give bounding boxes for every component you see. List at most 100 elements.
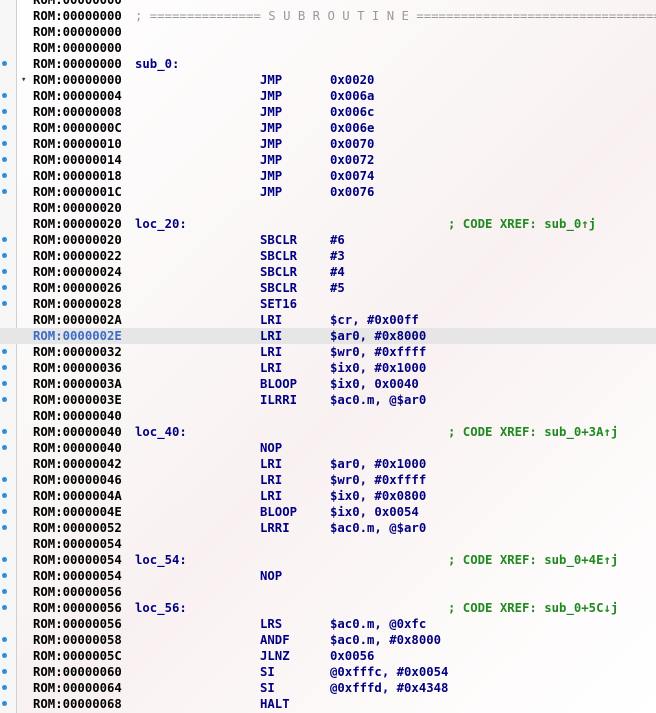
instruction-operands[interactable]: #5: [330, 280, 345, 296]
listing-line[interactable]: ROM:00000036 LRI $ix0, #0x1000: [0, 360, 656, 376]
disassembly-view[interactable]: ROM:00000000 ROM:00000000; ==============…: [0, 0, 656, 713]
listing-line[interactable]: ROM:00000064 SI @0xfffd, #0x4348: [0, 680, 656, 696]
listing-line[interactable]: ROM:0000005C JLNZ 0x0056: [0, 648, 656, 664]
listing-line[interactable]: ROM:00000024 SBCLR #4: [0, 264, 656, 280]
line-address[interactable]: ROM:0000003E: [33, 392, 122, 408]
collapse-arrow-icon[interactable]: ▾: [21, 72, 26, 88]
code-label[interactable]: loc_54:: [135, 552, 187, 568]
instruction-mnemonic[interactable]: ILRRI: [260, 392, 297, 408]
instruction-mnemonic[interactable]: LRI: [260, 488, 282, 504]
listing-line[interactable]: ROM:0000004E BLOOP $ix0, 0x0054: [0, 504, 656, 520]
instruction-mnemonic[interactable]: LRI: [260, 360, 282, 376]
line-address[interactable]: ROM:00000058: [33, 632, 122, 648]
line-address[interactable]: ROM:00000026: [33, 280, 122, 296]
instruction-operands[interactable]: $wr0, #0xffff: [330, 472, 426, 488]
instruction-operands[interactable]: $ix0, 0x0040: [330, 376, 419, 392]
instruction-mnemonic[interactable]: LRI: [260, 456, 282, 472]
instruction-operands[interactable]: $ar0, #0x1000: [330, 456, 426, 472]
disassembly-listing[interactable]: ROM:00000000 ROM:00000000; ==============…: [0, 0, 656, 712]
instruction-operands[interactable]: @0xfffd, #0x4348: [330, 680, 448, 696]
listing-line[interactable]: ROM:00000054: [0, 536, 656, 552]
instruction-mnemonic[interactable]: SET16: [260, 296, 297, 312]
instruction-mnemonic[interactable]: JMP: [260, 168, 282, 184]
instruction-mnemonic[interactable]: LRI: [260, 472, 282, 488]
instruction-operands[interactable]: @0xfffc, #0x0054: [330, 664, 448, 680]
line-address[interactable]: ROM:00000040: [33, 440, 122, 456]
listing-line[interactable]: ROM:0000000C JMP 0x006e: [0, 120, 656, 136]
listing-line[interactable]: ROM:00000054 NOP: [0, 568, 656, 584]
instruction-mnemonic[interactable]: SBCLR: [260, 248, 297, 264]
instruction-operands[interactable]: 0x006a: [330, 88, 374, 104]
listing-line[interactable]: ROM:00000040 NOP: [0, 440, 656, 456]
line-address[interactable]: ROM:0000004A: [33, 488, 122, 504]
listing-line[interactable]: ROM:00000056: [0, 584, 656, 600]
line-address[interactable]: ROM:00000000: [33, 24, 122, 40]
instruction-operands[interactable]: $ix0, 0x0054: [330, 504, 419, 520]
line-address[interactable]: ROM:00000024: [33, 264, 122, 280]
listing-line[interactable]: ROM:00000056 LRS $ac0.m, @0xfc: [0, 616, 656, 632]
instruction-operands[interactable]: 0x006e: [330, 120, 374, 136]
listing-line[interactable]: ROM:00000000: [0, 24, 656, 40]
line-address[interactable]: ROM:00000052: [33, 520, 122, 536]
line-address[interactable]: ROM:00000056: [33, 616, 122, 632]
line-address[interactable]: ROM:00000056: [33, 600, 122, 616]
line-address[interactable]: ROM:00000008: [33, 104, 122, 120]
line-address[interactable]: ROM:00000054: [33, 552, 122, 568]
line-address[interactable]: ROM:00000018: [33, 168, 122, 184]
instruction-mnemonic[interactable]: ANDF: [260, 632, 290, 648]
listing-line[interactable]: ROM:0000002A LRI $cr, #0x00ff: [0, 312, 656, 328]
instruction-operands[interactable]: 0x0072: [330, 152, 374, 168]
instruction-mnemonic[interactable]: SBCLR: [260, 280, 297, 296]
line-address[interactable]: ROM:00000054: [33, 536, 122, 552]
listing-line[interactable]: ROM:00000058 ANDF $ac0.m, #0x8000: [0, 632, 656, 648]
line-address[interactable]: ROM:00000036: [33, 360, 122, 376]
listing-line[interactable]: ROM:00000046 LRI $wr0, #0xffff: [0, 472, 656, 488]
listing-line[interactable]: ROM:00000056 loc_56: ; CODE XREF: sub_0+5C…: [0, 600, 656, 616]
listing-line[interactable]: ROM:00000020 SBCLR #6: [0, 232, 656, 248]
instruction-mnemonic[interactable]: JMP: [260, 184, 282, 200]
instruction-operands[interactable]: $wr0, #0xffff: [330, 344, 426, 360]
instruction-mnemonic[interactable]: LRI: [260, 344, 282, 360]
instruction-operands[interactable]: $ix0, #0x1000: [330, 360, 426, 376]
listing-line[interactable]: ROM:00000028 SET16: [0, 296, 656, 312]
listing-line[interactable]: ROM:00000020 loc_20: ; CODE XREF: sub_0↑j: [0, 216, 656, 232]
instruction-operands[interactable]: $ix0, #0x0800: [330, 488, 426, 504]
listing-line[interactable]: ROM:00000000 ; =============== S U B R O …: [0, 8, 656, 24]
instruction-mnemonic[interactable]: JMP: [260, 88, 282, 104]
instruction-operands[interactable]: 0x0074: [330, 168, 374, 184]
instruction-operands[interactable]: $cr, #0x00ff: [330, 312, 419, 328]
instruction-mnemonic[interactable]: HALT: [260, 696, 290, 712]
listing-line-selected[interactable]: ROM:0000002E LRI $ar0, #0x8000: [0, 328, 656, 344]
listing-line[interactable]: ROM:00000004 JMP 0x006a: [0, 88, 656, 104]
instruction-mnemonic[interactable]: NOP: [260, 568, 282, 584]
line-address[interactable]: ROM:00000014: [33, 152, 122, 168]
listing-line[interactable]: ROM:00000000 sub_0:: [0, 56, 656, 72]
line-address[interactable]: ROM:00000068: [33, 696, 122, 712]
listing-line[interactable]: ▾ ROM:00000000 JMP 0x0020: [0, 72, 656, 88]
instruction-operands[interactable]: 0x006c: [330, 104, 374, 120]
instruction-mnemonic[interactable]: SBCLR: [260, 232, 297, 248]
listing-line[interactable]: ROM:00000008 JMP 0x006c: [0, 104, 656, 120]
line-address[interactable]: ROM:00000040: [33, 424, 122, 440]
instruction-operands[interactable]: 0x0056: [330, 648, 374, 664]
instruction-operands[interactable]: 0x0020: [330, 72, 374, 88]
instruction-mnemonic[interactable]: JMP: [260, 104, 282, 120]
instruction-mnemonic[interactable]: LRRI: [260, 520, 290, 536]
instruction-operands[interactable]: $ac0.m, @0xfc: [330, 616, 426, 632]
instruction-mnemonic[interactable]: JLNZ: [260, 648, 290, 664]
listing-line[interactable]: ROM:0000004A LRI $ix0, #0x0800: [0, 488, 656, 504]
instruction-operands[interactable]: 0x0070: [330, 136, 374, 152]
listing-line[interactable]: ROM:00000018 JMP 0x0074: [0, 168, 656, 184]
line-address[interactable]: ROM:00000000: [33, 8, 122, 24]
listing-line[interactable]: ROM:00000040: [0, 408, 656, 424]
instruction-mnemonic[interactable]: LRS: [260, 616, 282, 632]
line-address[interactable]: ROM:00000010: [33, 136, 122, 152]
listing-line[interactable]: ROM:00000020: [0, 200, 656, 216]
code-label[interactable]: loc_56:: [135, 600, 187, 616]
instruction-operands[interactable]: $ac0.m, @$ar0: [330, 520, 426, 536]
xref-comment[interactable]: ; CODE XREF: sub_0↑j: [448, 216, 596, 232]
listing-line[interactable]: ROM:00000054 loc_54: ; CODE XREF: sub_0+4E…: [0, 552, 656, 568]
instruction-operands[interactable]: #4: [330, 264, 345, 280]
line-address[interactable]: ROM:00000064: [33, 680, 122, 696]
line-address[interactable]: ROM:00000056: [33, 584, 122, 600]
